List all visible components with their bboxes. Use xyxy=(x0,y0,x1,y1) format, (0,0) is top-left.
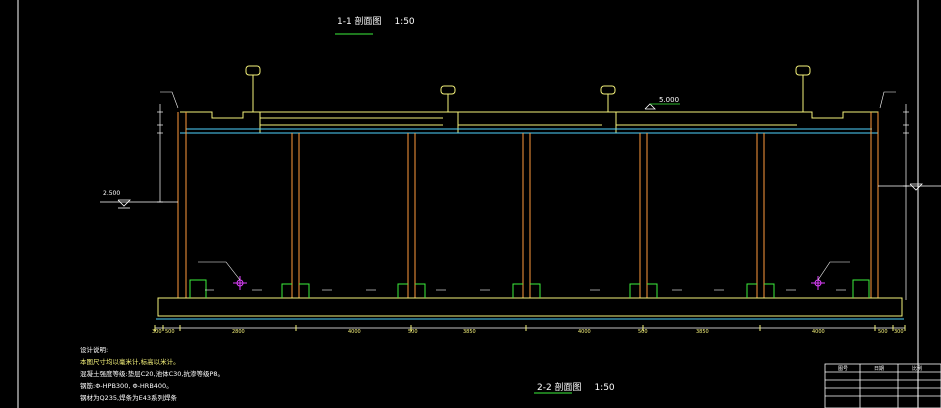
section-scale-top: 1:50 xyxy=(394,17,415,27)
dim-label: 500 xyxy=(408,329,418,335)
vent-caps xyxy=(245,65,811,112)
dim-label: 4000 xyxy=(578,329,591,335)
dim-label: 300 xyxy=(894,329,904,335)
dim-label: 300 xyxy=(152,329,162,335)
elevation-left-label: 2.500 xyxy=(103,190,121,197)
base-slab xyxy=(157,297,903,317)
top-slab xyxy=(180,111,879,134)
design-notes: 设计说明: 本图尺寸均以毫米计,标高以米计。 混凝土强度等级:垫层C20,池体C… xyxy=(80,344,224,404)
leader-lines xyxy=(160,91,896,281)
elevation-marks xyxy=(117,103,923,209)
slab-soffit-lines xyxy=(180,128,878,134)
dim-label: 500 xyxy=(878,329,888,335)
section-scale-bottom: 1:50 xyxy=(594,383,615,393)
section-title-top-text: 1-1 剖面图 xyxy=(337,17,382,27)
elevation-top-label: 5.000 xyxy=(659,96,680,104)
dim-label: 500 xyxy=(638,329,648,335)
section-markers xyxy=(233,276,825,290)
dim-label: 500 xyxy=(165,329,175,335)
section-title-bottom-text: 2-2 剖面图 xyxy=(537,383,582,393)
title-block-header-3: 比例 xyxy=(912,366,923,372)
title-block-header-1: 图号 xyxy=(838,366,849,372)
dim-label: 3850 xyxy=(696,329,709,335)
section-title-top: 1-1 剖面图 1:50 xyxy=(337,14,415,27)
notes-line: 本图尺寸均以毫米计,标高以米计。 xyxy=(80,358,180,366)
section-title-bottom: 2-2 剖面图 1:50 xyxy=(537,380,615,393)
notes-heading: 设计说明: xyxy=(80,346,109,354)
columns xyxy=(177,112,879,298)
left-vertical-dims xyxy=(100,104,178,203)
notes-line: 钢筋:Φ-HPB300, Φ-HRB400。 xyxy=(80,382,173,390)
dim-label: 4000 xyxy=(812,329,825,335)
title-block-header-2: 日期 xyxy=(874,366,885,372)
dim-label: 2800 xyxy=(232,329,245,335)
dim-label: 3850 xyxy=(463,329,476,335)
notes-line: 混凝土强度等级:垫层C20,池体C30,抗渗等级P8。 xyxy=(80,370,224,378)
dim-label: 4000 xyxy=(348,329,361,335)
notes-line: 钢材为Q235,焊条为E43系列焊条 xyxy=(80,394,177,402)
right-vertical-dims xyxy=(878,104,941,300)
